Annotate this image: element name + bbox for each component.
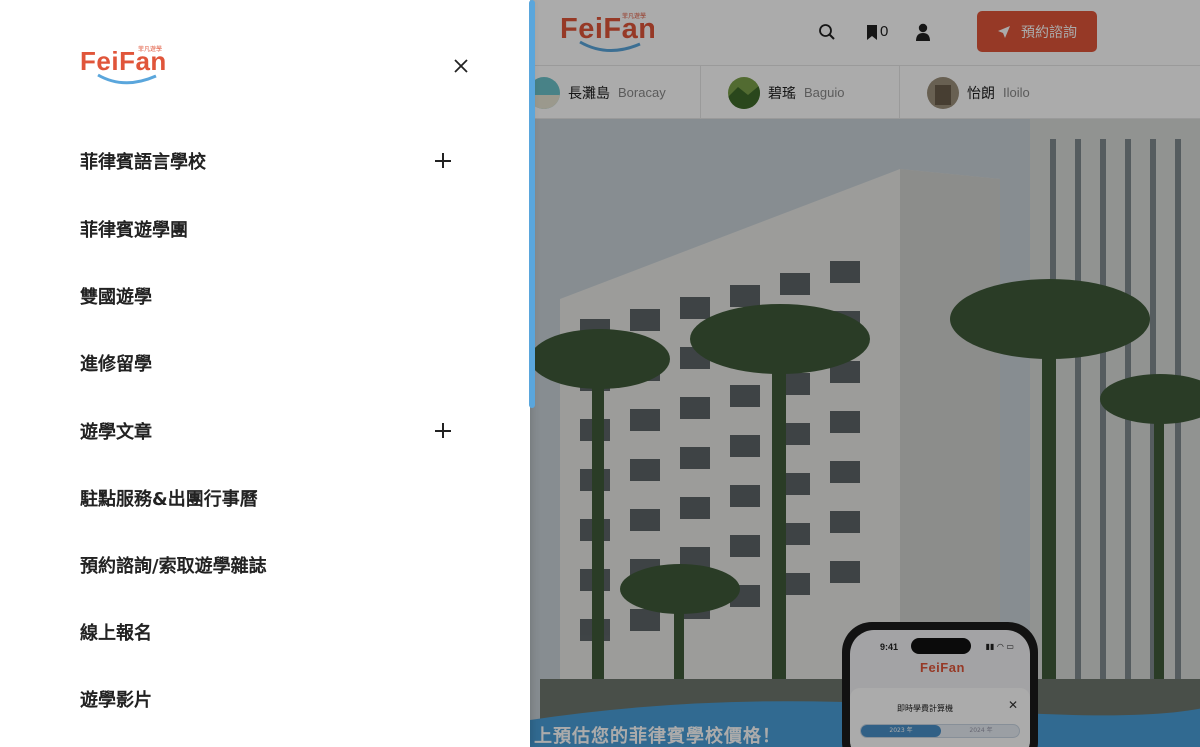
menu-item-study-tours[interactable]: 菲律賓遊學團 — [80, 209, 460, 249]
menu-label: 遊學影片 — [80, 690, 152, 711]
drawer-logo[interactable]: FeiFan 菲凡遊學 — [80, 42, 170, 88]
menu-label: 菲律賓遊學團 — [80, 220, 188, 241]
drawer-scrollbar[interactable] — [529, 0, 535, 408]
menu-label: 駐點服務&出團行事曆 — [80, 489, 258, 510]
menu-label: 菲律賓語言學校 — [80, 152, 206, 173]
menu-item-consult[interactable]: 預約諮詢/索取遊學雜誌 — [80, 545, 460, 585]
menu-item-dual-country[interactable]: 雙國遊學 — [80, 276, 460, 316]
side-drawer: FeiFan 菲凡遊學 菲律賓語言學校 菲律賓遊學團 雙國遊學 進修留學 遊學文… — [0, 0, 535, 747]
menu-label: 線上報名 — [80, 623, 152, 644]
menu-label: 遊學文章 — [80, 422, 152, 443]
plus-icon[interactable] — [435, 422, 453, 440]
close-icon[interactable] — [450, 55, 472, 77]
svg-text:菲凡遊學: 菲凡遊學 — [138, 45, 162, 53]
menu-label: 預約諮詢/索取遊學雜誌 — [80, 556, 267, 577]
menu-item-language-schools[interactable]: 菲律賓語言學校 — [80, 141, 460, 181]
menu-item-videos[interactable]: 遊學影片 — [80, 679, 460, 719]
menu-item-further-study[interactable]: 進修留學 — [80, 343, 460, 383]
menu-item-register[interactable]: 線上報名 — [80, 612, 460, 652]
drawer-overlay[interactable] — [530, 0, 1200, 747]
menu-item-calendar[interactable]: 駐點服務&出團行事曆 — [80, 478, 460, 518]
menu-item-articles[interactable]: 遊學文章 — [80, 411, 460, 451]
menu-label: 雙國遊學 — [80, 287, 152, 308]
plus-icon[interactable] — [435, 152, 453, 170]
menu-label: 進修留學 — [80, 354, 152, 375]
